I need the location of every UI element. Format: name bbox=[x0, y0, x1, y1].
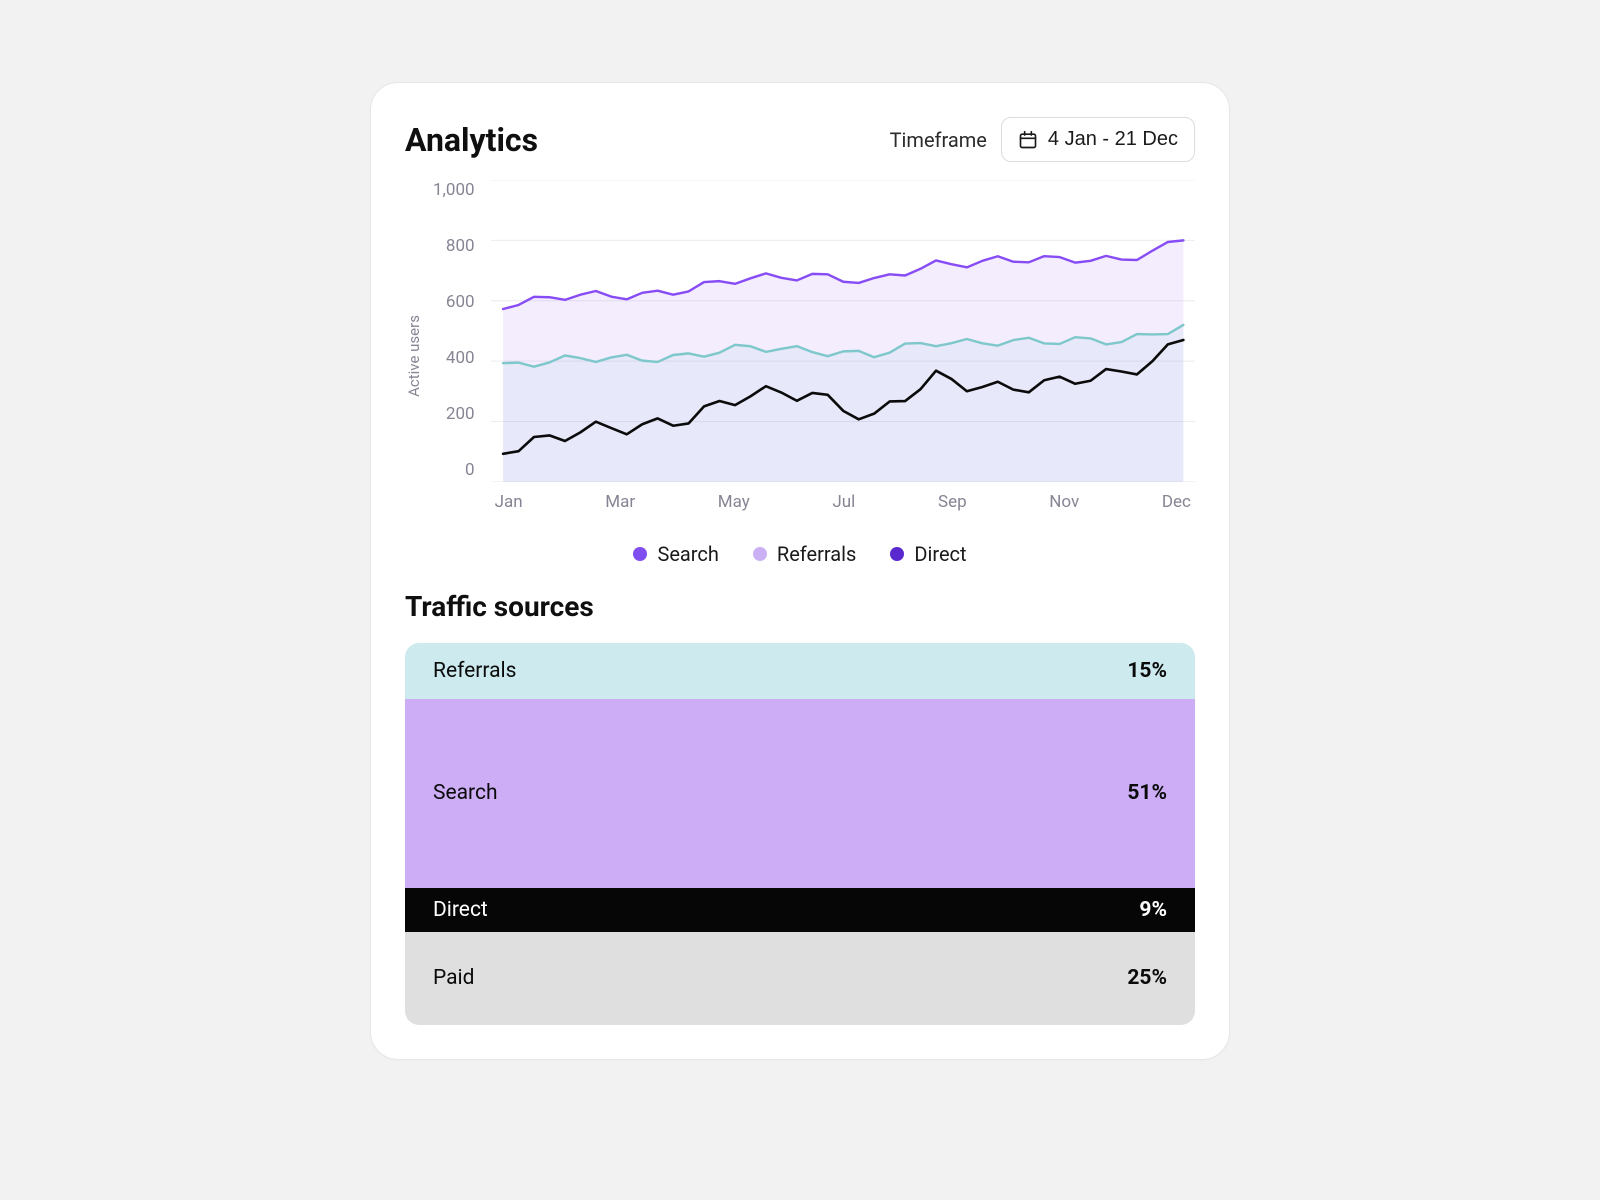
legend-label: Referrals bbox=[777, 542, 856, 566]
traffic-sources-list: Referrals 15% Search 51% Direct 9% Paid 25% bbox=[405, 643, 1195, 1025]
x-tick: May bbox=[718, 492, 750, 512]
x-axis-ticks: Jan Mar May Jul Sep Nov Dec bbox=[491, 492, 1195, 512]
legend-dot-icon bbox=[753, 547, 767, 561]
traffic-heading: Traffic sources bbox=[405, 590, 1195, 623]
y-axis-ticks: 1,000 800 600 400 200 0 bbox=[433, 180, 481, 480]
legend-item-search[interactable]: Search bbox=[633, 542, 718, 566]
y-tick: 0 bbox=[465, 460, 475, 480]
legend-item-referrals[interactable]: Referrals bbox=[753, 542, 856, 566]
timeframe-button[interactable]: 4 Jan - 21 Dec bbox=[1001, 117, 1195, 162]
y-tick: 1,000 bbox=[433, 180, 475, 200]
x-tick: Sep bbox=[938, 492, 967, 512]
y-axis-label: Active users bbox=[405, 180, 423, 512]
x-tick: Mar bbox=[605, 492, 635, 512]
timeframe-label: Timeframe bbox=[890, 128, 987, 152]
chart-legend: Search Referrals Direct bbox=[405, 542, 1195, 566]
traffic-row-pct: 51% bbox=[1127, 781, 1167, 805]
timeframe-group: Timeframe 4 Jan - 21 Dec bbox=[890, 117, 1195, 162]
chart: Active users 1,000 800 600 400 200 0 Jan Mar Ma… bbox=[405, 180, 1195, 512]
y-tick: 800 bbox=[446, 236, 475, 256]
legend-label: Direct bbox=[914, 542, 966, 566]
line-chart-svg bbox=[491, 180, 1195, 482]
x-tick: Dec bbox=[1162, 492, 1191, 512]
x-tick: Jul bbox=[832, 492, 855, 512]
x-tick: Nov bbox=[1049, 492, 1079, 512]
traffic-row-label: Direct bbox=[433, 898, 488, 922]
traffic-row-label: Search bbox=[433, 781, 498, 805]
traffic-row-label: Referrals bbox=[433, 659, 516, 683]
x-tick: Jan bbox=[495, 492, 523, 512]
legend-dot-icon bbox=[633, 547, 647, 561]
traffic-row-referrals[interactable]: Referrals 15% bbox=[405, 643, 1195, 699]
traffic-row-paid[interactable]: Paid 25% bbox=[405, 932, 1195, 1025]
y-tick: 400 bbox=[446, 348, 475, 368]
y-tick: 600 bbox=[446, 292, 475, 312]
traffic-row-pct: 25% bbox=[1127, 966, 1167, 990]
calendar-icon bbox=[1018, 130, 1038, 150]
traffic-row-pct: 9% bbox=[1139, 898, 1167, 922]
y-tick: 200 bbox=[446, 404, 475, 424]
traffic-row-direct[interactable]: Direct 9% bbox=[405, 888, 1195, 932]
traffic-row-pct: 15% bbox=[1127, 659, 1167, 683]
card-header: Analytics Timeframe 4 Jan - 21 Dec bbox=[405, 117, 1195, 162]
timeframe-value: 4 Jan - 21 Dec bbox=[1048, 128, 1178, 151]
analytics-card: Analytics Timeframe 4 Jan - 21 Dec Activ… bbox=[370, 82, 1230, 1060]
traffic-row-search[interactable]: Search 51% bbox=[405, 699, 1195, 888]
page-title: Analytics bbox=[405, 121, 538, 159]
legend-item-direct[interactable]: Direct bbox=[890, 542, 966, 566]
legend-dot-icon bbox=[890, 547, 904, 561]
traffic-row-label: Paid bbox=[433, 966, 475, 990]
legend-label: Search bbox=[657, 542, 718, 566]
plot-area: Jan Mar May Jul Sep Nov Dec bbox=[491, 180, 1195, 512]
